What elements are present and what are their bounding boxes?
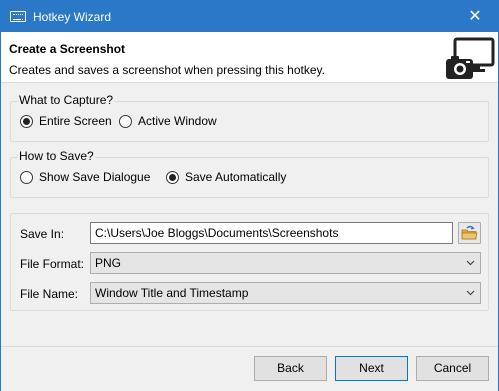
radio-checked-indicator bbox=[20, 114, 33, 128]
back-button[interactable]: Back bbox=[254, 356, 327, 381]
show-save-dialogue-label: Show Save Dialogue bbox=[39, 170, 151, 184]
radio-unchecked-indicator bbox=[119, 114, 132, 128]
save-in-field[interactable]: C:\Users\Joe Bloggs\Documents\Screenshot… bbox=[90, 222, 453, 244]
save-automatically-radio[interactable]: Save Automatically bbox=[166, 170, 286, 184]
page-title: Create a Screenshot bbox=[9, 42, 126, 56]
file-format-dropdown[interactable]: PNG bbox=[90, 252, 481, 274]
show-save-dialogue-radio[interactable]: Show Save Dialogue bbox=[20, 170, 150, 184]
screenshot-camera-icon bbox=[446, 37, 495, 79]
entire-screen-radio[interactable]: Entire Screen bbox=[20, 114, 112, 128]
save-in-label: Save In: bbox=[20, 227, 65, 241]
hotkey-wizard-window: Hotkey Wizard ✕ Create a Screenshot Crea… bbox=[0, 0, 499, 391]
radio-unchecked-indicator bbox=[20, 170, 33, 184]
entire-screen-label: Entire Screen bbox=[39, 114, 112, 128]
active-window-label: Active Window bbox=[138, 114, 217, 128]
close-button[interactable]: ✕ bbox=[452, 1, 498, 32]
file-name-label: File Name: bbox=[20, 287, 79, 301]
browse-folder-button[interactable] bbox=[458, 222, 481, 244]
active-window-radio[interactable]: Active Window bbox=[119, 114, 217, 128]
wizard-header: Create a Screenshot Creates and saves a … bbox=[1, 32, 498, 83]
keyboard-icon bbox=[10, 11, 26, 22]
file-format-value: PNG bbox=[95, 256, 122, 270]
save-automatically-label: Save Automatically bbox=[185, 170, 287, 184]
file-name-dropdown[interactable]: Window Title and Timestamp bbox=[90, 282, 481, 304]
save-group-title: How to Save? bbox=[18, 149, 95, 163]
radio-checked-indicator bbox=[166, 170, 179, 184]
cancel-button[interactable]: Cancel bbox=[416, 356, 489, 381]
next-button[interactable]: Next bbox=[335, 356, 408, 381]
file-name-value: Window Title and Timestamp bbox=[95, 286, 249, 300]
chevron-down-icon bbox=[466, 260, 475, 266]
page-subtitle: Creates and saves a screenshot when pres… bbox=[9, 63, 325, 77]
file-format-label: File Format: bbox=[20, 257, 85, 271]
window-title: Hotkey Wizard bbox=[33, 10, 112, 24]
title-bar[interactable]: Hotkey Wizard ✕ bbox=[1, 1, 498, 32]
capture-group-title: What to Capture? bbox=[18, 93, 115, 107]
chevron-down-icon bbox=[466, 290, 475, 296]
folder-browse-icon bbox=[461, 225, 478, 240]
